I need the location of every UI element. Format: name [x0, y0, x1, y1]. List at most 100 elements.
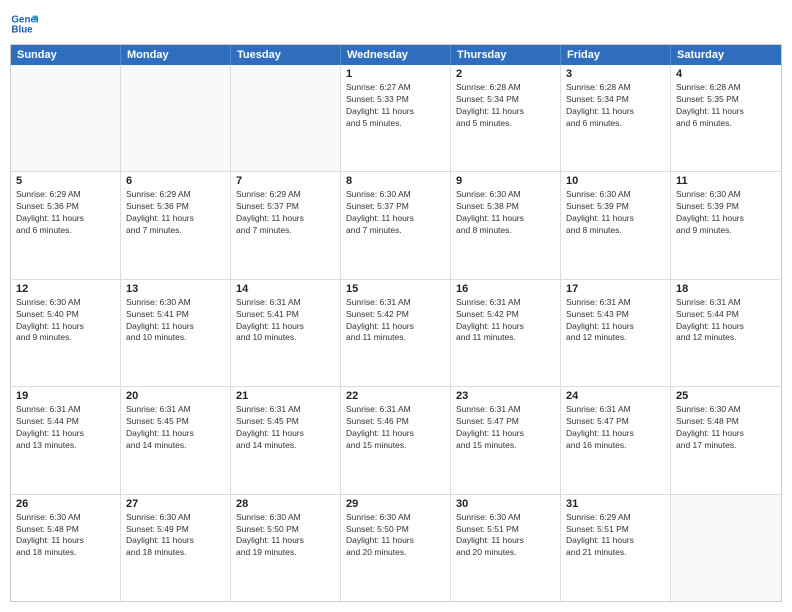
cell-info: Sunrise: 6:30 AM Sunset: 5:49 PM Dayligh…	[126, 512, 225, 560]
weekday-header-sunday: Sunday	[11, 45, 121, 65]
day-number: 18	[676, 283, 776, 295]
calendar-cell	[11, 65, 121, 171]
day-number: 24	[566, 390, 665, 402]
cell-info: Sunrise: 6:29 AM Sunset: 5:37 PM Dayligh…	[236, 189, 335, 237]
cell-info: Sunrise: 6:30 AM Sunset: 5:51 PM Dayligh…	[456, 512, 555, 560]
weekday-header-saturday: Saturday	[671, 45, 781, 65]
calendar-cell: 21 Sunrise: 6:31 AM Sunset: 5:45 PM Dayli…	[231, 387, 341, 493]
calendar-cell: 22 Sunrise: 6:31 AM Sunset: 5:46 PM Dayli…	[341, 387, 451, 493]
day-number: 23	[456, 390, 555, 402]
day-number: 10	[566, 175, 665, 187]
calendar-cell: 15 Sunrise: 6:31 AM Sunset: 5:42 PM Dayli…	[341, 280, 451, 386]
day-number: 16	[456, 283, 555, 295]
logo: General Blue	[10, 10, 38, 38]
cell-info: Sunrise: 6:30 AM Sunset: 5:38 PM Dayligh…	[456, 189, 555, 237]
calendar-cell: 4Sunrise: 6:28 AM Sunset: 5:35 PM Daylig…	[671, 65, 781, 171]
cell-info: Sunrise: 6:31 AM Sunset: 5:45 PM Dayligh…	[126, 404, 225, 452]
day-number: 9	[456, 175, 555, 187]
cell-info: Sunrise: 6:31 AM Sunset: 5:42 PM Dayligh…	[346, 297, 445, 345]
calendar-row-1: 1Sunrise: 6:27 AM Sunset: 5:33 PM Daylig…	[11, 65, 781, 172]
day-number: 29	[346, 498, 445, 510]
calendar-header: SundayMondayTuesdayWednesdayThursdayFrid…	[11, 45, 781, 65]
calendar-cell: 25Sunrise: 6:30 AM Sunset: 5:48 PM Dayli…	[671, 387, 781, 493]
header: General Blue	[10, 10, 782, 38]
cell-info: Sunrise: 6:31 AM Sunset: 5:42 PM Dayligh…	[456, 297, 555, 345]
calendar-cell: 18Sunrise: 6:31 AM Sunset: 5:44 PM Dayli…	[671, 280, 781, 386]
cell-info: Sunrise: 6:30 AM Sunset: 5:40 PM Dayligh…	[16, 297, 115, 345]
calendar-cell: 3 Sunrise: 6:28 AM Sunset: 5:34 PM Daylig…	[561, 65, 671, 171]
day-number: 1	[346, 68, 445, 80]
calendar-cell: 19 Sunrise: 6:31 AM Sunset: 5:44 PM Dayli…	[11, 387, 121, 493]
cell-info: Sunrise: 6:30 AM Sunset: 5:39 PM Dayligh…	[566, 189, 665, 237]
day-number: 31	[566, 498, 665, 510]
calendar-cell	[121, 65, 231, 171]
calendar-cell: 20 Sunrise: 6:31 AM Sunset: 5:45 PM Dayli…	[121, 387, 231, 493]
day-number: 20	[126, 390, 225, 402]
cell-info: Sunrise: 6:28 AM Sunset: 5:35 PM Dayligh…	[676, 82, 776, 130]
day-number: 6	[126, 175, 225, 187]
cell-info: Sunrise: 6:30 AM Sunset: 5:37 PM Dayligh…	[346, 189, 445, 237]
cell-info: Sunrise: 6:30 AM Sunset: 5:50 PM Dayligh…	[346, 512, 445, 560]
cell-info: Sunrise: 6:31 AM Sunset: 5:47 PM Dayligh…	[566, 404, 665, 452]
weekday-header-thursday: Thursday	[451, 45, 561, 65]
day-number: 26	[16, 498, 115, 510]
day-number: 15	[346, 283, 445, 295]
day-number: 17	[566, 283, 665, 295]
calendar-cell	[231, 65, 341, 171]
day-number: 22	[346, 390, 445, 402]
day-number: 5	[16, 175, 115, 187]
cell-info: Sunrise: 6:31 AM Sunset: 5:44 PM Dayligh…	[16, 404, 115, 452]
weekday-header-tuesday: Tuesday	[231, 45, 341, 65]
cell-info: Sunrise: 6:30 AM Sunset: 5:50 PM Dayligh…	[236, 512, 335, 560]
cell-info: Sunrise: 6:28 AM Sunset: 5:34 PM Dayligh…	[566, 82, 665, 130]
calendar-body: 1Sunrise: 6:27 AM Sunset: 5:33 PM Daylig…	[11, 65, 781, 601]
calendar-cell: 31Sunrise: 6:29 AM Sunset: 5:51 PM Dayli…	[561, 495, 671, 601]
cell-info: Sunrise: 6:31 AM Sunset: 5:43 PM Dayligh…	[566, 297, 665, 345]
calendar-cell: 30 Sunrise: 6:30 AM Sunset: 5:51 PM Dayli…	[451, 495, 561, 601]
cell-info: Sunrise: 6:29 AM Sunset: 5:36 PM Dayligh…	[16, 189, 115, 237]
page: General Blue SundayMondayTuesdayWednesda…	[0, 0, 792, 612]
calendar-cell: 16 Sunrise: 6:31 AM Sunset: 5:42 PM Dayli…	[451, 280, 561, 386]
calendar-row-4: 19 Sunrise: 6:31 AM Sunset: 5:44 PM Dayli…	[11, 387, 781, 494]
day-number: 12	[16, 283, 115, 295]
cell-info: Sunrise: 6:31 AM Sunset: 5:47 PM Dayligh…	[456, 404, 555, 452]
calendar-cell: 29 Sunrise: 6:30 AM Sunset: 5:50 PM Dayli…	[341, 495, 451, 601]
calendar-cell: 28 Sunrise: 6:30 AM Sunset: 5:50 PM Dayli…	[231, 495, 341, 601]
cell-info: Sunrise: 6:31 AM Sunset: 5:46 PM Dayligh…	[346, 404, 445, 452]
calendar-cell: 5 Sunrise: 6:29 AM Sunset: 5:36 PM Daylig…	[11, 172, 121, 278]
calendar-cell: 11 Sunrise: 6:30 AM Sunset: 5:39 PM Dayli…	[671, 172, 781, 278]
calendar-cell	[671, 495, 781, 601]
day-number: 30	[456, 498, 555, 510]
day-number: 11	[676, 175, 776, 187]
cell-info: Sunrise: 6:30 AM Sunset: 5:41 PM Dayligh…	[126, 297, 225, 345]
calendar-cell: 6Sunrise: 6:29 AM Sunset: 5:36 PM Daylig…	[121, 172, 231, 278]
calendar-cell: 17 Sunrise: 6:31 AM Sunset: 5:43 PM Dayli…	[561, 280, 671, 386]
svg-text:Blue: Blue	[11, 24, 33, 35]
calendar-cell: 24 Sunrise: 6:31 AM Sunset: 5:47 PM Dayli…	[561, 387, 671, 493]
weekday-header-monday: Monday	[121, 45, 231, 65]
cell-info: Sunrise: 6:31 AM Sunset: 5:45 PM Dayligh…	[236, 404, 335, 452]
weekday-header-wednesday: Wednesday	[341, 45, 451, 65]
day-number: 19	[16, 390, 115, 402]
day-number: 21	[236, 390, 335, 402]
calendar-cell: 10 Sunrise: 6:30 AM Sunset: 5:39 PM Dayli…	[561, 172, 671, 278]
cell-info: Sunrise: 6:31 AM Sunset: 5:41 PM Dayligh…	[236, 297, 335, 345]
calendar-cell: 12 Sunrise: 6:30 AM Sunset: 5:40 PM Dayli…	[11, 280, 121, 386]
calendar-cell: 8 Sunrise: 6:30 AM Sunset: 5:37 PM Daylig…	[341, 172, 451, 278]
calendar-row-3: 12 Sunrise: 6:30 AM Sunset: 5:40 PM Dayli…	[11, 280, 781, 387]
cell-info: Sunrise: 6:30 AM Sunset: 5:48 PM Dayligh…	[16, 512, 115, 560]
calendar-cell: 13Sunrise: 6:30 AM Sunset: 5:41 PM Dayli…	[121, 280, 231, 386]
calendar-cell: 9 Sunrise: 6:30 AM Sunset: 5:38 PM Daylig…	[451, 172, 561, 278]
day-number: 2	[456, 68, 555, 80]
day-number: 3	[566, 68, 665, 80]
day-number: 28	[236, 498, 335, 510]
cell-info: Sunrise: 6:28 AM Sunset: 5:34 PM Dayligh…	[456, 82, 555, 130]
day-number: 14	[236, 283, 335, 295]
day-number: 8	[346, 175, 445, 187]
day-number: 7	[236, 175, 335, 187]
cell-info: Sunrise: 6:30 AM Sunset: 5:39 PM Dayligh…	[676, 189, 776, 237]
weekday-header-friday: Friday	[561, 45, 671, 65]
logo-icon: General Blue	[10, 10, 38, 38]
calendar-row-5: 26 Sunrise: 6:30 AM Sunset: 5:48 PM Dayli…	[11, 495, 781, 601]
calendar: SundayMondayTuesdayWednesdayThursdayFrid…	[10, 44, 782, 602]
